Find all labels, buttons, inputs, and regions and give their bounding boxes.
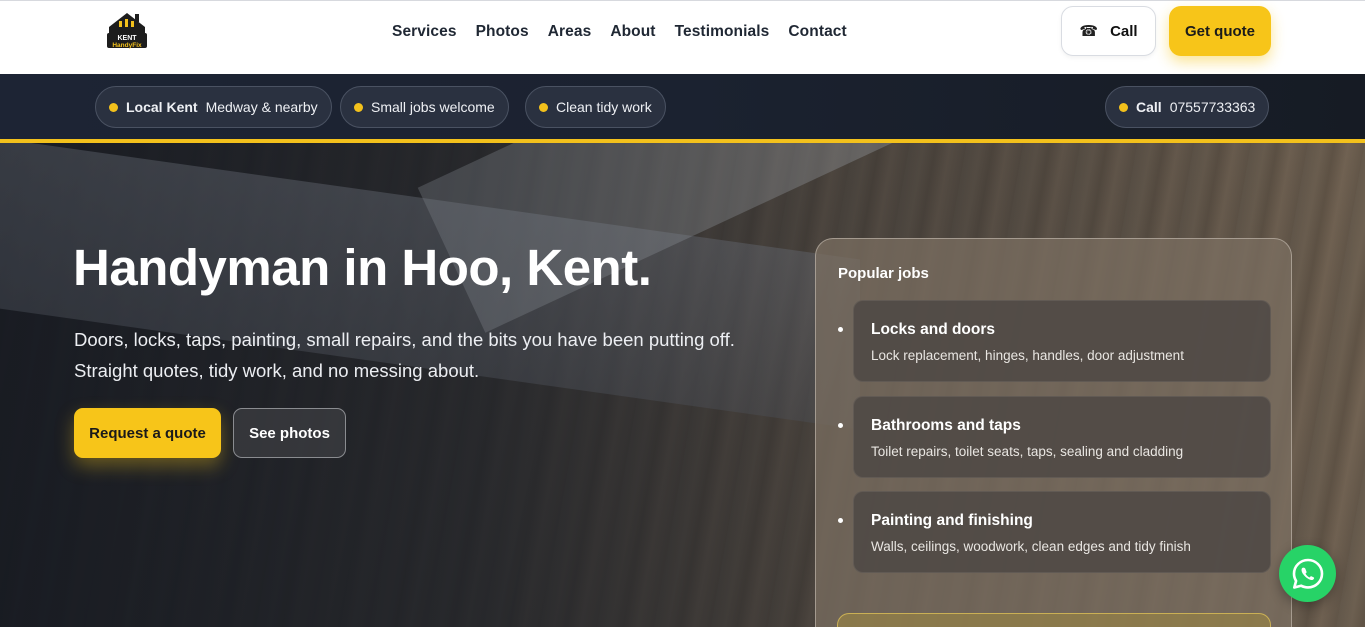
bullet-icon	[838, 423, 843, 428]
phone-number: 07557733363	[1169, 99, 1256, 115]
pill-clean-tidy-text: Clean tidy work	[556, 99, 652, 115]
call-button[interactable]: ☎ Call	[1061, 6, 1156, 56]
pill-local-kent-text: Medway & nearby	[205, 99, 318, 115]
logo-line2: HandyFix	[112, 42, 142, 49]
pill-clean-tidy: Clean tidy work	[525, 86, 666, 128]
nav-about[interactable]: About	[610, 23, 655, 41]
job-title: Bathrooms and taps	[871, 417, 1021, 434]
logo-line1: KENT	[117, 35, 137, 42]
job-description: Walls, ceilings, woodwork, clean edges a…	[871, 539, 1191, 554]
yellow-dot-icon	[1119, 102, 1128, 112]
pill-local-kent-bold: Local Kent	[126, 99, 198, 115]
site-header: KENT HandyFix Services Photos Areas Abou…	[0, 0, 1365, 74]
job-description: Toilet repairs, toilet seats, taps, seal…	[871, 444, 1184, 459]
yellow-dot-icon	[109, 102, 118, 112]
yellow-dot-icon	[354, 102, 363, 112]
bullet-icon	[838, 327, 843, 332]
pill-local-kent: Local Kent Medway & nearby	[95, 86, 332, 128]
hero-title: Handyman in Hoo, Kent.	[73, 239, 652, 296]
job-item[interactable]: Locks and doors Lock replacement, hinges…	[838, 300, 1271, 382]
get-quote-button[interactable]: Get quote	[1169, 6, 1271, 56]
job-item[interactable]: Bathrooms and taps Toilet repairs, toile…	[838, 396, 1271, 478]
info-strip: Local Kent Medway & nearby Small jobs we…	[0, 74, 1365, 140]
whatsapp-icon	[1292, 558, 1323, 589]
hero-subtitle-line1: Doors, locks, taps, painting, small repa…	[74, 329, 735, 350]
nav-testimonials[interactable]: Testimonials	[675, 23, 770, 41]
nav-services[interactable]: Services	[392, 23, 457, 41]
card-next-block	[837, 613, 1271, 627]
pill-call-bold: Call	[1136, 99, 1162, 115]
pill-small-jobs: Small jobs welcome	[340, 86, 509, 128]
see-photos-button[interactable]: See photos	[233, 408, 346, 458]
hero-section: Handyman in Hoo, Kent. Doors, locks, tap…	[0, 143, 1365, 627]
phone-icon: ☎	[1079, 23, 1099, 40]
nav-areas[interactable]: Areas	[548, 23, 592, 41]
hero-subtitle: Doors, locks, taps, painting, small repa…	[74, 324, 774, 386]
main-nav: Services Photos Areas About Testimonials…	[392, 23, 866, 41]
kent-handyfix-logo[interactable]: KENT HandyFix	[105, 9, 149, 49]
popular-jobs-card: Popular jobs Locks and doors Lock replac…	[815, 238, 1292, 627]
popular-jobs-title: Popular jobs	[838, 265, 929, 282]
bullet-icon	[838, 518, 843, 523]
job-title: Painting and finishing	[871, 512, 1033, 529]
job-title: Locks and doors	[871, 321, 996, 338]
whatsapp-button[interactable]	[1279, 545, 1336, 602]
call-button-label: Call	[1110, 22, 1138, 40]
pill-call-number[interactable]: Call 07557733363	[1105, 86, 1270, 128]
job-item[interactable]: Painting and finishing Walls, ceilings, …	[838, 491, 1271, 573]
yellow-dot-icon	[539, 102, 548, 112]
request-quote-button[interactable]: Request a quote	[74, 408, 221, 458]
pill-small-jobs-text: Small jobs welcome	[371, 99, 495, 115]
nav-contact[interactable]: Contact	[788, 23, 846, 41]
hero-subtitle-line2: Straight quotes, tidy work, and no messi…	[74, 360, 480, 381]
nav-photos[interactable]: Photos	[476, 23, 529, 41]
job-description: Lock replacement, hinges, handles, door …	[871, 348, 1184, 363]
